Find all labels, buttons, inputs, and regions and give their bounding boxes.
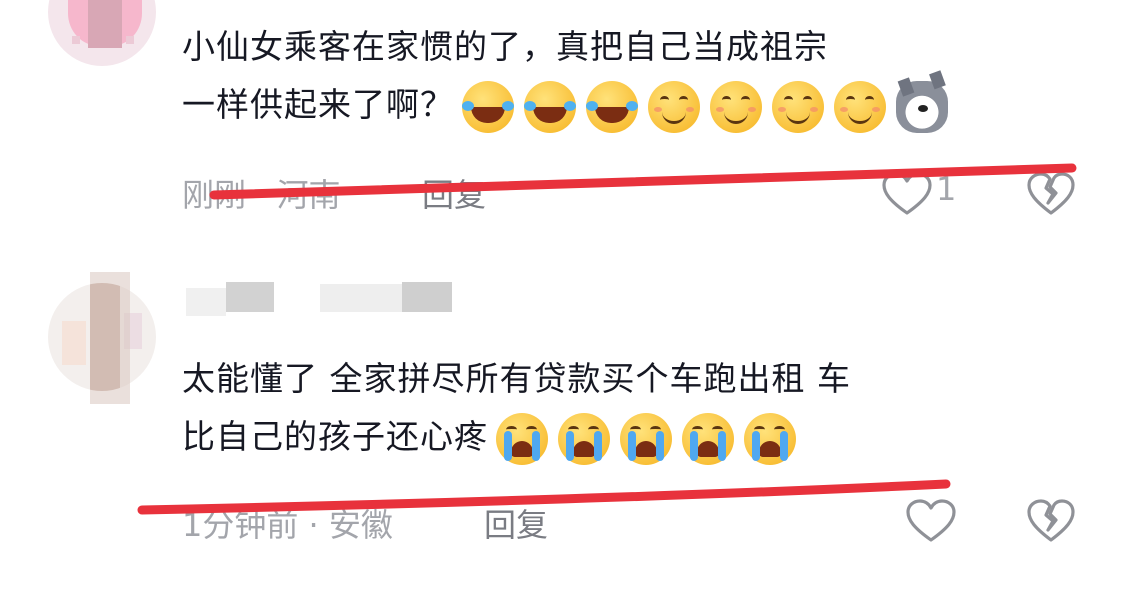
comment-time: 刚刚 [182, 176, 247, 214]
username-blur [320, 284, 402, 312]
comment-meta: 1分钟前 · 安徽 [182, 500, 393, 546]
comment-meta: 刚刚 · 河南 [182, 170, 341, 216]
reply-button[interactable]: 回复 [422, 170, 486, 216]
dislike-broken-heart-icon[interactable] [1026, 498, 1076, 544]
emoji-row [496, 412, 796, 465]
smile-icon [648, 80, 700, 133]
comment-location: 安徽 [328, 506, 393, 544]
comment-text: 太能懂了 全家拼尽所有贷款买个车跑出租 车 比自己的孩子还心疼 [182, 350, 851, 466]
comment-line: 太能懂了 全家拼尽所有贷款买个车跑出租 车 [182, 359, 851, 398]
commenter-avatar[interactable] [48, 0, 156, 66]
smile-icon [772, 80, 824, 133]
comment-location: 河南 [276, 176, 341, 214]
emoji-row [462, 80, 948, 133]
comment-line-with-emojis: 一样供起来了啊？ [182, 76, 948, 134]
crying-icon [744, 412, 796, 465]
username-blur [402, 282, 452, 312]
comment-line-with-emojis: 比自己的孩子还心疼 [182, 408, 851, 466]
comment-text: 小仙女乘客在家惯的了，真把自己当成祖宗 一样供起来了啊？ [182, 18, 948, 134]
comment-line: 一样供起来了啊？ [182, 85, 454, 124]
like-count: 1 [936, 170, 957, 208]
username-blur [226, 282, 274, 312]
crying-icon [682, 412, 734, 465]
like-heart-icon[interactable] [904, 498, 958, 544]
comment-line: 比自己的孩子还心疼 [182, 417, 488, 456]
avatar-mosaic [90, 272, 130, 404]
laugh-cry-icon [586, 80, 638, 133]
laugh-cry-icon [524, 80, 576, 133]
smile-icon [710, 80, 762, 133]
laugh-cry-icon [462, 80, 514, 133]
crying-icon [558, 412, 610, 465]
dislike-broken-heart-icon[interactable] [1026, 171, 1076, 217]
meta-separator: · [256, 176, 267, 214]
crying-icon [620, 412, 672, 465]
smile-icon [834, 80, 886, 133]
meta-separator: · [308, 506, 319, 544]
username-blur [186, 288, 226, 316]
like-heart-icon[interactable] [880, 171, 934, 217]
crying-icon [496, 412, 548, 465]
comment-time: 1分钟前 [182, 506, 299, 544]
husky-dog-icon [896, 80, 948, 133]
comment-line: 小仙女乘客在家惯的了，真把自己当成祖宗 [182, 27, 828, 66]
reply-button[interactable]: 回复 [484, 500, 548, 546]
